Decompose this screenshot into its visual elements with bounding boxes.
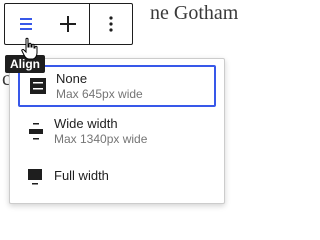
background-heading: ne Gotham bbox=[150, 2, 239, 24]
align-dropdown-menu: None Max 645px wide Wide width Max 1340p… bbox=[9, 58, 225, 204]
option-description: Max 645px wide bbox=[56, 86, 143, 101]
toolbar-group-primary bbox=[5, 4, 89, 44]
add-block-button[interactable] bbox=[47, 4, 89, 44]
option-label: Full width bbox=[54, 168, 109, 183]
align-option-none[interactable]: None Max 645px wide bbox=[18, 65, 216, 107]
align-none-icon bbox=[20, 18, 32, 30]
option-description: Max 1340px wide bbox=[54, 131, 148, 146]
align-full-icon bbox=[26, 166, 46, 186]
more-vertical-icon bbox=[109, 16, 113, 32]
option-label: Wide width bbox=[54, 115, 118, 131]
align-wide-icon bbox=[26, 121, 46, 141]
align-option-wide[interactable]: Wide width Max 1340px wide bbox=[18, 110, 216, 152]
hand-cursor-icon bbox=[21, 37, 38, 60]
option-label: None bbox=[56, 70, 88, 86]
align-option-full[interactable]: Full width bbox=[18, 155, 216, 197]
plus-icon bbox=[60, 16, 76, 32]
align-none-icon bbox=[28, 76, 48, 96]
options-button[interactable] bbox=[90, 4, 132, 44]
